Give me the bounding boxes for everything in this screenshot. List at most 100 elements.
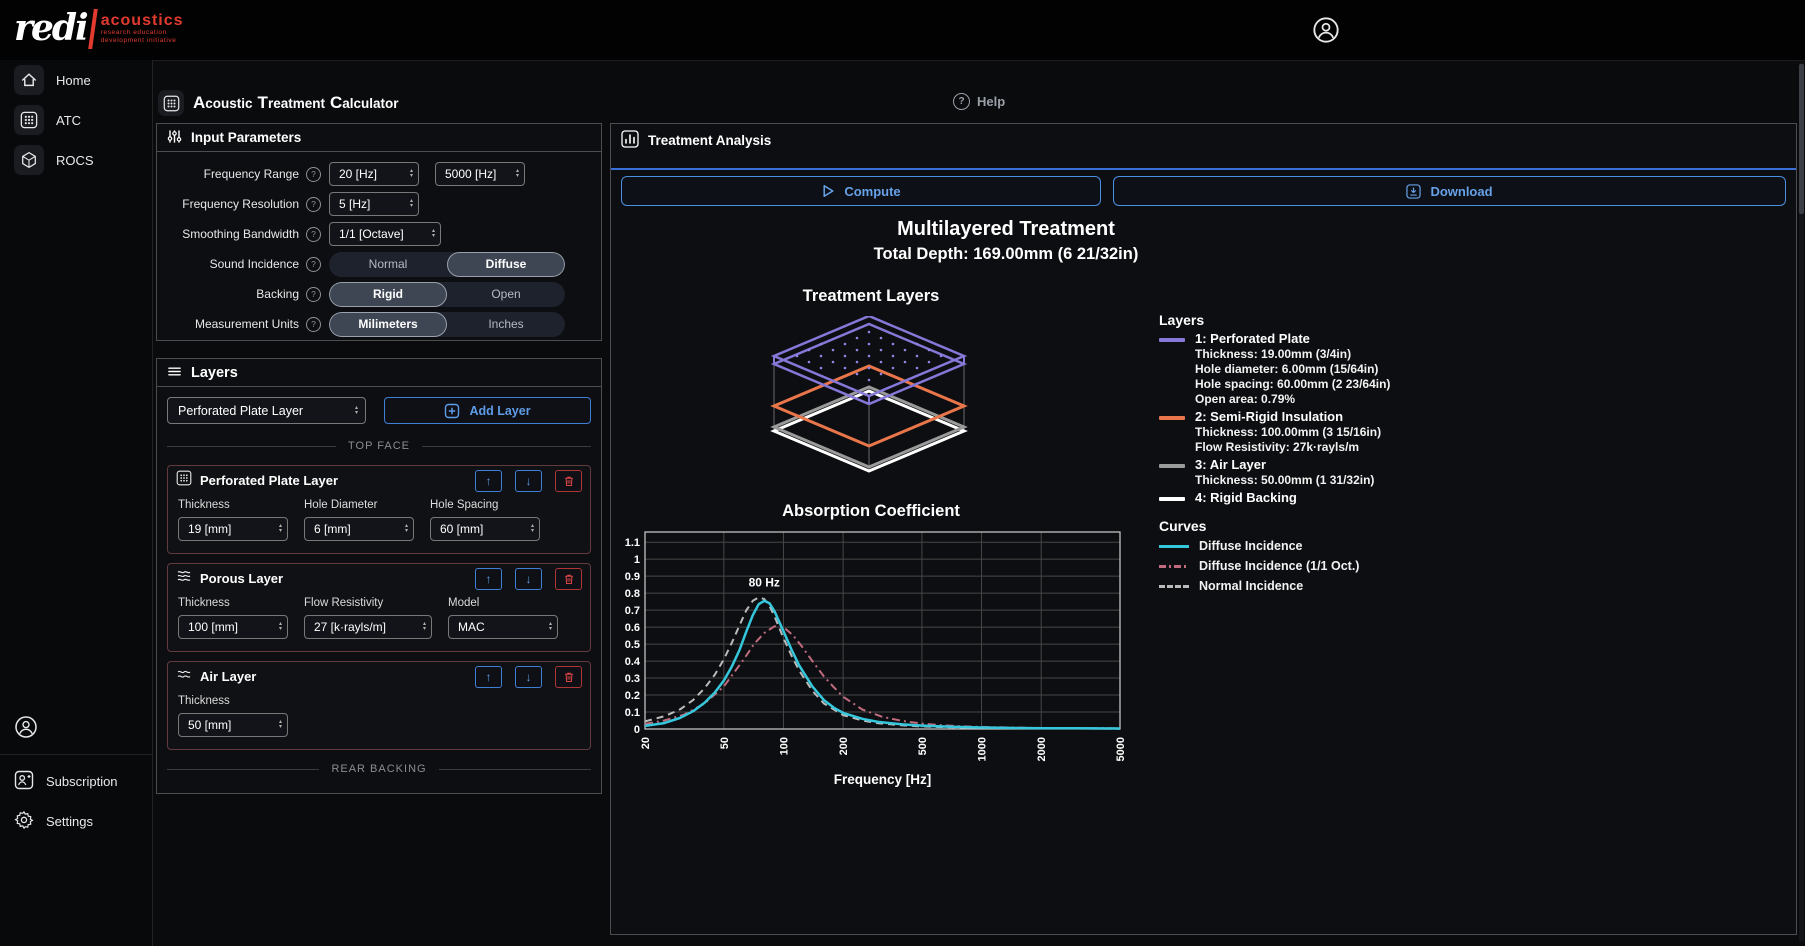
help-icon: [953, 93, 970, 110]
help-icon[interactable]: [306, 167, 321, 182]
sidebar-item-atc[interactable]: ATC: [0, 100, 152, 140]
help-icon[interactable]: [306, 257, 321, 272]
stepper-icon[interactable]: [279, 720, 282, 730]
stepper-icon[interactable]: [423, 622, 426, 632]
move-layer-down-button[interactable]: [515, 666, 542, 688]
svg-text:Frequency [Hz]: Frequency [Hz]: [834, 772, 932, 787]
legend-curve-diffuse: Diffuse Incidence: [1159, 538, 1499, 555]
svg-text:0.5: 0.5: [625, 639, 640, 651]
toggle-option-inches[interactable]: Inches: [447, 312, 565, 337]
help-icon[interactable]: [306, 287, 321, 302]
hole-diameter-input[interactable]: 6 [mm]: [304, 517, 414, 541]
sidebar-label-home: Home: [56, 73, 91, 88]
redi-acoustics-logo[interactable]: redi acoustics research education develo…: [14, 6, 184, 50]
scrollbar-thumb[interactable]: [1799, 64, 1804, 214]
layer-card-porous: Porous Layer Thickness 100 [mm]: [167, 563, 591, 652]
top-bar: redi acoustics research education develo…: [0, 0, 1805, 61]
delete-layer-button[interactable]: [555, 470, 582, 492]
param-row-sound-incidence: Sound Incidence Normal Diffuse: [157, 249, 591, 279]
page-title: Acoustic Treatment Calculator: [158, 90, 399, 116]
frequency-max-input[interactable]: 5000 [Hz]: [435, 162, 525, 186]
measurement-units-toggle: Milimeters Inches: [329, 312, 565, 337]
user-avatar-icon[interactable]: [1312, 16, 1340, 44]
hole-spacing-input[interactable]: 60 [mm]: [430, 517, 540, 541]
vertical-scrollbar[interactable]: [1799, 62, 1804, 942]
absorption-coefficient-chart: 00.10.20.30.40.50.60.70.80.911.120501002…: [615, 522, 1135, 812]
sidebar-item-account[interactable]: [0, 708, 152, 748]
sidebar-label-subscription: Subscription: [46, 774, 118, 789]
move-layer-down-button[interactable]: [515, 568, 542, 590]
download-button[interactable]: Download: [1113, 176, 1786, 206]
svg-text:1000: 1000: [977, 737, 989, 761]
compute-button[interactable]: Compute: [621, 176, 1101, 206]
thickness-input[interactable]: 100 [mm]: [178, 615, 288, 639]
delete-layer-button[interactable]: [555, 568, 582, 590]
svg-text:1.1: 1.1: [625, 537, 640, 549]
grid-icon: [14, 105, 44, 135]
toggle-option-milimeters[interactable]: Milimeters: [329, 312, 447, 337]
move-layer-up-button[interactable]: [475, 470, 502, 492]
stepper-icon[interactable]: [279, 622, 282, 632]
move-layer-up-button[interactable]: [475, 568, 502, 590]
svg-text:0.4: 0.4: [625, 656, 641, 668]
frequency-min-input[interactable]: 20 [Hz]: [329, 162, 419, 186]
sidebar-label-atc: ATC: [56, 113, 81, 128]
analysis-chart-icon: [621, 130, 639, 151]
thickness-input[interactable]: 50 [mm]: [178, 713, 288, 737]
sidebar-bottom-group: Subscription Settings: [0, 708, 152, 841]
legend-layer-1: 1: Perforated Plate Thickness: 19.00mm (…: [1159, 331, 1499, 407]
svg-text:50: 50: [719, 737, 731, 749]
stepper-icon[interactable]: [516, 169, 519, 179]
sidebar-item-home[interactable]: Home: [0, 60, 152, 100]
layer-type-select[interactable]: Perforated Plate Layer: [167, 397, 366, 424]
rear-backing-divider: REAR BACKING: [167, 763, 591, 775]
result-title: Multilayered Treatment: [621, 218, 1391, 241]
sidebar-item-settings[interactable]: Settings: [0, 801, 152, 841]
sidebar-item-subscription[interactable]: Subscription: [0, 761, 152, 801]
toggle-option-diffuse[interactable]: Diffuse: [447, 252, 565, 277]
legend-layer-3: 3: Air Layer Thickness: 50.00mm (1 31/32…: [1159, 457, 1499, 488]
purple-swatch: [1159, 338, 1185, 342]
gear-icon: [14, 810, 34, 833]
orange-swatch: [1159, 416, 1185, 420]
app-root: redi acoustics research education develo…: [0, 0, 1805, 946]
sidebar: Home ATC ROCS Sub: [0, 60, 153, 946]
svg-text:0.8: 0.8: [625, 588, 640, 600]
model-select[interactable]: MAC: [448, 615, 558, 639]
smoothing-bandwidth-select[interactable]: 1/1 [Octave]: [329, 222, 441, 246]
help-icon[interactable]: [306, 227, 321, 242]
sidebar-item-rocs[interactable]: ROCS: [0, 140, 152, 180]
svg-text:0.7: 0.7: [625, 605, 640, 617]
stepper-icon[interactable]: [279, 524, 282, 534]
toggle-option-open[interactable]: Open: [447, 282, 565, 307]
frequency-resolution-input[interactable]: 5 [Hz]: [329, 192, 419, 216]
layers-panel: Layers Perforated Plate Layer Add Layer …: [156, 358, 602, 794]
move-layer-up-button[interactable]: [475, 666, 502, 688]
logo-tagline-2: development initiative: [101, 37, 184, 45]
thickness-input[interactable]: 19 [mm]: [178, 517, 288, 541]
param-row-frequency-range: Frequency Range 20 [Hz] 5000 [Hz]: [157, 159, 591, 189]
flow-resistivity-input[interactable]: 27 [k·rayls/m]: [304, 615, 432, 639]
stepper-icon[interactable]: [405, 524, 408, 534]
delete-layer-button[interactable]: [555, 666, 582, 688]
trash-icon: [563, 671, 575, 683]
stepper-icon[interactable]: [531, 524, 534, 534]
toggle-option-rigid[interactable]: Rigid: [329, 282, 447, 307]
svg-text:100: 100: [778, 737, 790, 755]
legend-curve-diffuse-oct: Diffuse Incidence (1/1 Oct.): [1159, 558, 1499, 575]
cyan-line-swatch: [1159, 545, 1189, 548]
svg-text:0.1: 0.1: [625, 707, 640, 719]
add-layer-button[interactable]: Add Layer: [384, 397, 591, 424]
gray-swatch: [1159, 464, 1185, 468]
svg-text:0: 0: [634, 724, 640, 736]
stepper-icon[interactable]: [410, 169, 413, 179]
treatment-analysis-panel: Treatment Analysis Compute Download Mult…: [610, 123, 1797, 935]
toggle-option-normal[interactable]: Normal: [329, 252, 447, 277]
stepper-icon[interactable]: [410, 199, 413, 209]
help-icon[interactable]: [306, 317, 321, 332]
gray-dashed-swatch: [1159, 585, 1189, 588]
legend-curve-normal: Normal Incidence: [1159, 578, 1499, 595]
move-layer-down-button[interactable]: [515, 470, 542, 492]
help-button[interactable]: Help: [953, 93, 1005, 110]
help-icon[interactable]: [306, 197, 321, 212]
